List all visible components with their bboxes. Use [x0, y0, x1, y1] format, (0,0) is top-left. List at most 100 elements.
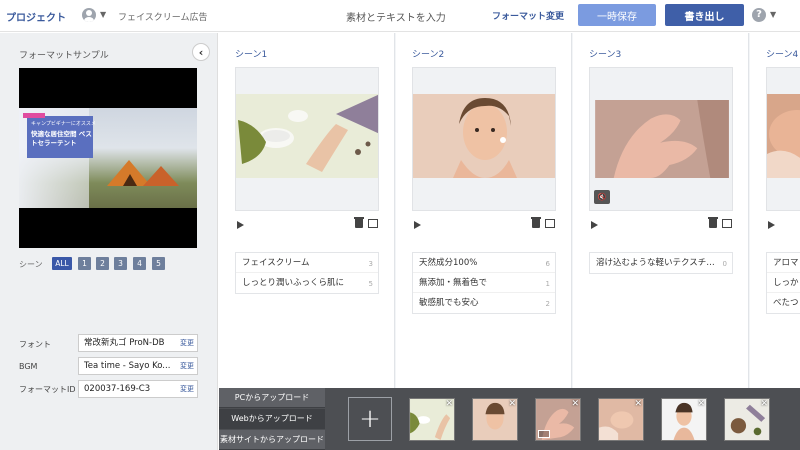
project-name: フェイスクリーム広告: [118, 13, 208, 23]
scene-play-icon[interactable]: [591, 221, 598, 229]
text-value: 無添加・無着色で: [419, 278, 488, 288]
media-upload-bar: PCからアップロード Webからアップロード 素材サイトからアップロード + ✕…: [219, 388, 800, 450]
scene-text-input[interactable]: アロマ: [767, 253, 800, 273]
scene-text-list: 溶け込むような軽いテクスチ… 0: [589, 252, 733, 274]
trash-icon[interactable]: [531, 217, 541, 228]
remove-media-icon[interactable]: ✕: [760, 399, 768, 409]
add-media-button[interactable]: +: [348, 397, 392, 441]
text-counter: 0: [719, 254, 727, 273]
scene-text-list: アロマ しっか べたつ: [766, 252, 800, 314]
scene-text-input[interactable]: しっか: [767, 273, 800, 293]
format-sample-panel: フォーマットサンプル ‹ キャンプビギナーにオススメ 快適な居住空間 ベストセラ…: [0, 33, 218, 450]
scene-column-3: シーン3 🔇 溶け込むような軽いテクスチ… 0: [573, 33, 749, 388]
scene-editor-area: シーン1 フェイスクリーム 3 しっとり潤いふっくら肌に 5 シーン2 天然成分…: [219, 33, 800, 388]
tent-door-shape: [123, 174, 137, 186]
text-value: 天然成分100%: [419, 258, 478, 268]
scene-button-2[interactable]: 2: [96, 257, 109, 270]
export-button[interactable]: 書き出し: [665, 4, 744, 26]
font-setting-field: 常改新丸ゴ ProN-DB 変更: [78, 334, 198, 352]
video-caption-small: キャンプビギナーにオススメ: [31, 121, 96, 127]
scene-media-slot[interactable]: [412, 67, 556, 211]
scene-selector-label: シーン: [19, 260, 43, 269]
text-value: フェイスクリーム: [242, 258, 310, 268]
upload-from-stock-button[interactable]: 素材サイトからアップロード: [219, 430, 325, 450]
format-change-link[interactable]: フォーマット変更: [492, 9, 564, 22]
scene-text-input[interactable]: フェイスクリーム 3: [236, 253, 378, 273]
scene-button-all[interactable]: ALL: [52, 257, 72, 270]
font-change-link[interactable]: 変更: [178, 335, 194, 351]
media-thumbnail[interactable]: ✕: [409, 398, 455, 441]
media-thumbnail[interactable]: ✕: [535, 398, 581, 441]
page-title: 素材とテキストを入力: [346, 13, 446, 24]
scene-column-2: シーン2 天然成分100% 6 無添加・無着色で 1 敏感肌でも安心 2: [396, 33, 572, 388]
text-value: 溶け込むような軽いテクスチ…: [596, 258, 715, 268]
remove-media-icon[interactable]: ✕: [571, 399, 579, 409]
bgm-setting-label: BGM: [19, 362, 38, 371]
scene-play-icon[interactable]: [768, 221, 775, 229]
scene-column-4: シーン4 アロマ しっか べたつ: [750, 33, 800, 388]
temp-save-button[interactable]: 一時保存: [578, 4, 656, 26]
upload-from-web-button[interactable]: Webからアップロード: [219, 409, 325, 429]
scene-button-1[interactable]: 1: [78, 257, 91, 270]
video-frame-camping: キャンプビギナーにオススメ 快適な居住空間 ベストセラーテント: [19, 108, 197, 208]
help-icon[interactable]: ?: [752, 8, 766, 22]
media-thumbnail[interactable]: ✕: [598, 398, 644, 441]
crop-icon[interactable]: [368, 219, 378, 228]
format-id-field: 020037-169-C3 変更: [78, 380, 198, 398]
remove-media-icon[interactable]: ✕: [508, 399, 516, 409]
user-menu-caret-icon[interactable]: ▼: [100, 10, 106, 19]
format-id-change-link[interactable]: 変更: [178, 381, 194, 397]
scene-play-icon[interactable]: [237, 221, 244, 229]
trash-icon[interactable]: [708, 217, 718, 228]
media-thumbnail[interactable]: ✕: [661, 398, 707, 441]
remove-media-icon[interactable]: ✕: [445, 399, 453, 409]
project-menu[interactable]: プロジェクト: [6, 9, 66, 24]
mute-icon[interactable]: 🔇: [594, 190, 610, 204]
trash-icon[interactable]: [354, 217, 364, 228]
scene-media-slot[interactable]: 🔇: [589, 67, 733, 211]
format-id-label: フォーマットID: [19, 385, 76, 394]
collapse-panel-button[interactable]: ‹: [192, 43, 210, 61]
crop-icon[interactable]: [545, 219, 555, 228]
text-counter: 5: [365, 274, 373, 293]
media-thumbnail[interactable]: ✕: [472, 398, 518, 441]
text-value: べたつ: [773, 298, 799, 308]
scene-title: シーン1: [235, 50, 268, 60]
sample-video-player[interactable]: キャンプビギナーにオススメ 快適な居住空間 ベストセラーテント: [19, 68, 197, 248]
scene-button-3[interactable]: 3: [114, 257, 127, 270]
scene-play-icon[interactable]: [414, 221, 421, 229]
text-counter: 1: [542, 274, 550, 292]
scene-title: シーン3: [589, 50, 622, 60]
remove-media-icon[interactable]: ✕: [697, 399, 705, 409]
text-value: しっか: [773, 278, 799, 288]
bgm-setting-value: Tea time - Sayo Ko...: [84, 361, 171, 371]
scene-text-input[interactable]: 無添加・無着色で 1: [413, 273, 555, 293]
scene-text-input[interactable]: べたつ: [767, 293, 800, 313]
font-setting-label: フォント: [19, 340, 51, 349]
user-avatar-icon[interactable]: [82, 8, 96, 22]
crop-icon[interactable]: [722, 219, 732, 228]
scene-button-5[interactable]: 5: [152, 257, 165, 270]
cream-jars-image: [236, 94, 378, 178]
video-accent-bar: [23, 113, 45, 118]
media-thumbnail[interactable]: ✕: [724, 398, 770, 441]
text-value: 敏感肌でも安心: [419, 298, 479, 308]
upload-from-pc-button[interactable]: PCからアップロード: [219, 388, 325, 408]
text-counter: 6: [542, 254, 550, 272]
remove-media-icon[interactable]: ✕: [634, 399, 642, 409]
tent-shape: [143, 166, 179, 186]
help-menu-caret-icon[interactable]: ▼: [770, 10, 776, 19]
text-counter: 2: [542, 294, 550, 313]
bgm-change-link[interactable]: 変更: [178, 358, 194, 374]
scene-text-input[interactable]: 敏感肌でも安心 2: [413, 293, 555, 313]
video-caption-main: 快適な居住空間 ベストセラーテント: [31, 130, 92, 147]
scene-media-slot[interactable]: [766, 67, 800, 211]
scene-media-slot[interactable]: [235, 67, 379, 211]
scene-text-input[interactable]: 溶け込むような軽いテクスチ… 0: [590, 253, 732, 273]
scene-column-1: シーン1 フェイスクリーム 3 しっとり潤いふっくら肌に 5: [219, 33, 395, 388]
scene-text-input[interactable]: 天然成分100% 6: [413, 253, 555, 273]
scene-button-4[interactable]: 4: [133, 257, 146, 270]
scene-title: シーン2: [412, 50, 445, 60]
scene-text-input[interactable]: しっとり潤いふっくら肌に 5: [236, 273, 378, 293]
font-setting-value: 常改新丸ゴ ProN-DB: [84, 338, 165, 348]
